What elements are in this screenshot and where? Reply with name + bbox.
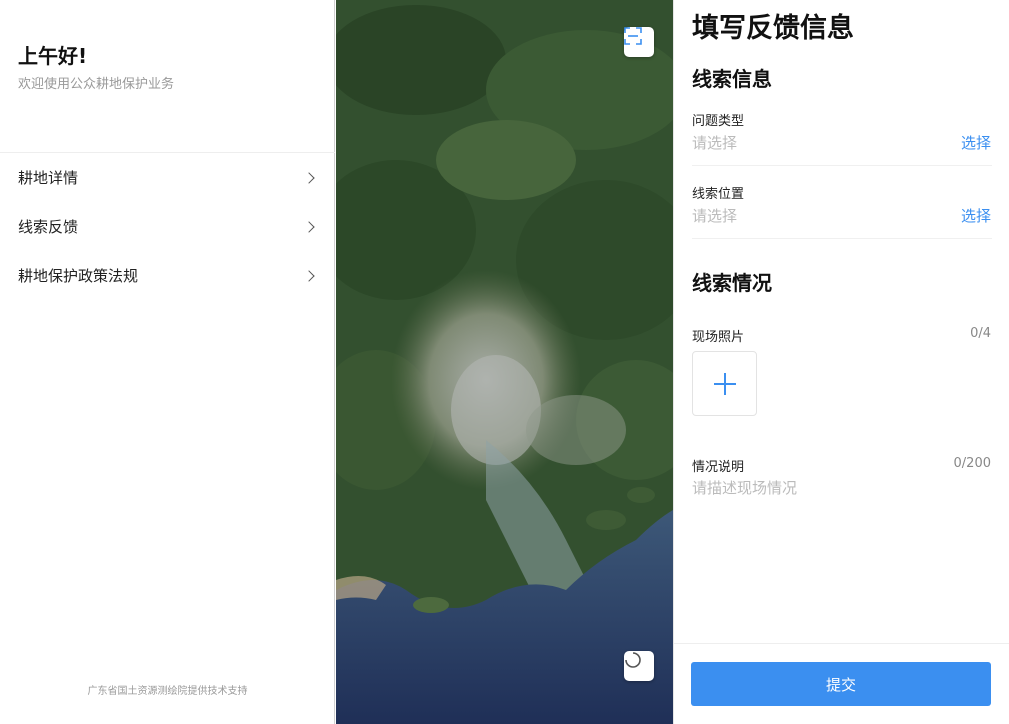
photo-upload-button[interactable] bbox=[692, 351, 757, 416]
sidebar-menu: 耕地详情 线索反馈 耕地保护政策法规 bbox=[0, 153, 335, 300]
problem-type-placeholder[interactable]: 请选择 bbox=[692, 132, 737, 153]
chevron-right-icon bbox=[303, 269, 315, 282]
description-label: 情况说明 bbox=[692, 460, 745, 475]
sidebar-item-label: 耕地保护政策法规 bbox=[18, 267, 139, 285]
loading-icon bbox=[625, 652, 641, 668]
field-divider bbox=[692, 238, 992, 239]
clue-location-placeholder[interactable]: 请选择 bbox=[692, 205, 737, 226]
description-counter: 0/200 bbox=[953, 456, 991, 471]
submit-button[interactable]: 提交 bbox=[691, 662, 991, 706]
problem-type-select-button[interactable]: 选择 bbox=[961, 132, 991, 153]
photos-label: 现场照片 bbox=[692, 330, 745, 345]
problem-type-label: 问题类型 bbox=[692, 114, 745, 129]
photos-counter: 0/4 bbox=[970, 326, 991, 341]
scan-icon bbox=[624, 27, 642, 45]
clue-situation-title: 线索情况 bbox=[692, 271, 772, 295]
sidebar-item-policies[interactable]: 耕地保护政策法规 bbox=[0, 251, 335, 300]
locate-button[interactable] bbox=[624, 651, 654, 681]
chevron-right-icon bbox=[303, 220, 315, 233]
chevron-right-icon bbox=[303, 171, 315, 184]
welcome-subtitle: 欢迎使用公众耕地保护业务 bbox=[18, 77, 175, 92]
clue-info-title: 线索信息 bbox=[692, 67, 772, 91]
tech-support-note: 广东省国土资源测绘院提供技术支持 bbox=[87, 686, 248, 697]
clue-location-select-button[interactable]: 选择 bbox=[961, 205, 991, 226]
scan-button[interactable] bbox=[624, 27, 654, 57]
sidebar-item-label: 耕地详情 bbox=[18, 169, 79, 187]
satellite-map[interactable] bbox=[336, 0, 673, 724]
field-divider bbox=[692, 165, 992, 166]
sidebar: 上午好! 欢迎使用公众耕地保护业务 耕地详情 线索反馈 耕地保护政策法规 广东省… bbox=[0, 0, 335, 724]
sidebar-item-clue-feedback[interactable]: 线索反馈 bbox=[0, 202, 335, 251]
footer-divider bbox=[674, 643, 1009, 644]
sidebar-item-farmland-details[interactable]: 耕地详情 bbox=[0, 153, 335, 202]
greeting-title: 上午好! bbox=[18, 44, 88, 68]
sidebar-item-label: 线索反馈 bbox=[18, 218, 79, 236]
satellite-imagery bbox=[336, 0, 673, 724]
clue-location-label: 线索位置 bbox=[692, 187, 745, 202]
description-input[interactable]: 请描述现场情况 bbox=[692, 477, 797, 498]
feedback-form: 填写反馈信息 线索信息 问题类型 请选择 选择 线索位置 请选择 选择 线索情况… bbox=[673, 0, 1009, 724]
form-title: 填写反馈信息 bbox=[692, 13, 854, 44]
plus-icon-vertical bbox=[723, 372, 726, 395]
